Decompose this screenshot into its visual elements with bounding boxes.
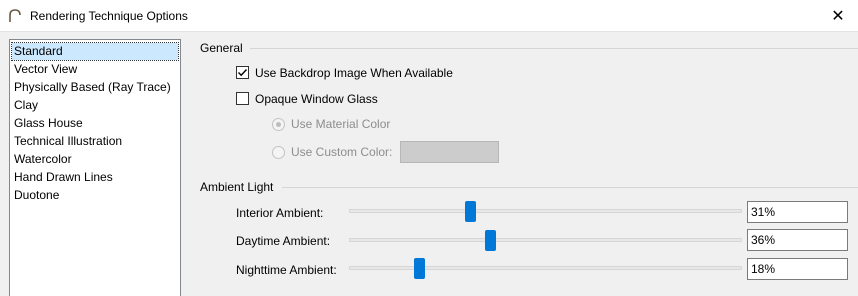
- use-backdrop-checkbox[interactable]: [236, 66, 249, 79]
- nighttime-ambient-slider[interactable]: [414, 258, 426, 279]
- opaque-glass-label: Opaque Window Glass: [255, 92, 378, 106]
- technique-item-clay[interactable]: Clay: [12, 97, 38, 114]
- window-title: Rendering Technique Options: [30, 9, 188, 23]
- general-heading: General: [200, 41, 243, 55]
- use-material-color-label: Use Material Color: [291, 117, 391, 131]
- close-icon: ✕: [831, 8, 845, 25]
- ambient-divider: [282, 187, 858, 188]
- interior-ambient-label: Interior Ambient:: [236, 206, 324, 220]
- interior-ambient-slider[interactable]: [465, 201, 477, 222]
- technique-list[interactable]: Standard Vector View Physically Based (R…: [9, 39, 181, 296]
- use-backdrop-label: Use Backdrop Image When Available: [255, 66, 453, 80]
- technique-item-hand-drawn-lines[interactable]: Hand Drawn Lines: [12, 169, 113, 186]
- daytime-ambient-input[interactable]: 36%: [747, 229, 848, 251]
- use-custom-color-label: Use Custom Color:: [291, 145, 393, 159]
- daytime-ambient-label: Daytime Ambient:: [236, 234, 331, 248]
- nighttime-ambient-track[interactable]: [349, 266, 742, 270]
- ambient-heading: Ambient Light: [200, 180, 274, 194]
- radio-dot: [276, 122, 281, 127]
- technique-item-physically-based[interactable]: Physically Based (Ray Trace): [12, 79, 171, 96]
- custom-color-swatch[interactable]: [400, 141, 499, 163]
- technique-item-standard[interactable]: Standard: [11, 42, 179, 61]
- daytime-ambient-slider[interactable]: [484, 230, 496, 251]
- technique-item-vector-view[interactable]: Vector View: [12, 61, 77, 78]
- general-divider: [250, 48, 858, 49]
- title-bar: Rendering Technique Options ✕: [0, 0, 858, 32]
- technique-item-glass-house[interactable]: Glass House: [12, 115, 83, 132]
- use-material-color-radio[interactable]: [272, 118, 285, 131]
- nighttime-ambient-input[interactable]: 18%: [747, 258, 848, 280]
- close-button[interactable]: ✕: [818, 0, 858, 32]
- nighttime-ambient-label: Nighttime Ambient:: [236, 263, 337, 277]
- interior-ambient-track[interactable]: [349, 209, 742, 213]
- checkmark-icon: [238, 69, 248, 77]
- daytime-ambient-track[interactable]: [349, 238, 742, 242]
- interior-ambient-input[interactable]: 31%: [747, 201, 848, 223]
- use-custom-color-radio[interactable]: [272, 146, 285, 159]
- arch-icon: [9, 9, 21, 22]
- opaque-glass-checkbox[interactable]: [236, 92, 249, 105]
- technique-item-duotone[interactable]: Duotone: [12, 187, 59, 204]
- technique-item-watercolor[interactable]: Watercolor: [12, 151, 72, 168]
- technique-item-technical-illustration[interactable]: Technical Illustration: [12, 133, 122, 150]
